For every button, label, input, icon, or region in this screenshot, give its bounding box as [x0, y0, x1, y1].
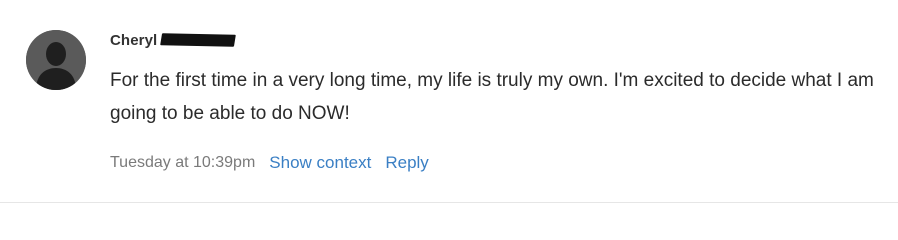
comment-meta: Tuesday at 10:39pm Show context Reply — [110, 151, 429, 175]
reply-link[interactable]: Reply — [385, 153, 428, 173]
author-name[interactable]: Cheryl — [110, 32, 157, 49]
avatar[interactable] — [26, 30, 86, 90]
redaction-mark — [160, 33, 237, 47]
user-silhouette-icon — [26, 30, 86, 90]
comment: Cheryl For the first time in a very long… — [0, 0, 898, 203]
timestamp: Tuesday at 10:39pm — [110, 154, 256, 171]
author-row: Cheryl — [110, 30, 237, 50]
show-context-link[interactable]: Show context — [269, 153, 371, 173]
comment-text: For the first time in a very long time, … — [110, 70, 874, 124]
